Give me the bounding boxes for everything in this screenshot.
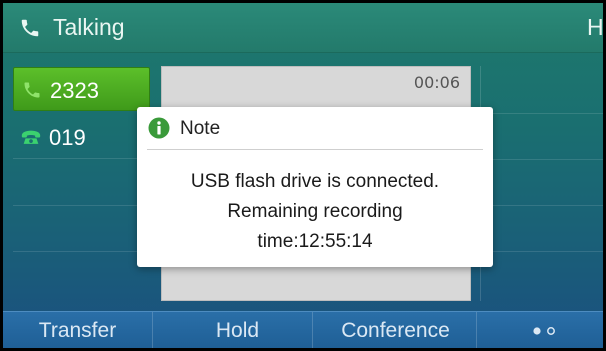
telephone-icon [21, 130, 41, 144]
info-icon [148, 117, 170, 139]
dialog-message-line: time:12:55:14 [257, 231, 373, 252]
conference-softkey[interactable]: Conference [315, 312, 477, 348]
right-key-column [480, 66, 603, 301]
note-dialog[interactable]: Note USB flash drive is connected. Remai… [137, 107, 493, 267]
page-dots-icon[interactable] [531, 326, 561, 336]
call-status-title: Talking [53, 14, 125, 40]
dialog-header: Note [137, 107, 493, 147]
status-right-text: Hi [587, 14, 603, 40]
softkey-bar: Transfer Hold Conference [3, 311, 603, 348]
transfer-softkey[interactable]: Transfer [3, 312, 153, 348]
hold-softkey[interactable]: Hold [163, 312, 313, 348]
line-key-divider [13, 205, 150, 206]
dialog-divider [147, 149, 483, 150]
dialog-message-line: Remaining recording [227, 201, 403, 222]
line-key-label: 2323 [50, 78, 99, 103]
right-key-divider [480, 113, 603, 114]
line-key-019[interactable]: 019 [13, 115, 150, 159]
status-bar: Talking Hi [3, 3, 603, 53]
phone-screen: Talking Hi 2323 019 00:06 [3, 3, 603, 348]
call-timer: 00:06 [413, 73, 460, 92]
right-key-divider [480, 251, 603, 252]
right-key-divider [480, 205, 603, 206]
dialog-message-line: USB flash drive is connected. [190, 171, 440, 192]
line-key-label: 019 [49, 125, 86, 150]
dialog-message: USB flash drive is connected. Remaining … [137, 167, 493, 257]
line-key-2323[interactable]: 2323 [13, 67, 150, 111]
right-key-divider [480, 159, 603, 160]
dialog-title: Note [180, 118, 221, 139]
phone-handset-icon [21, 19, 39, 37]
line-key-divider [13, 251, 150, 252]
phone-handset-icon [24, 82, 40, 98]
